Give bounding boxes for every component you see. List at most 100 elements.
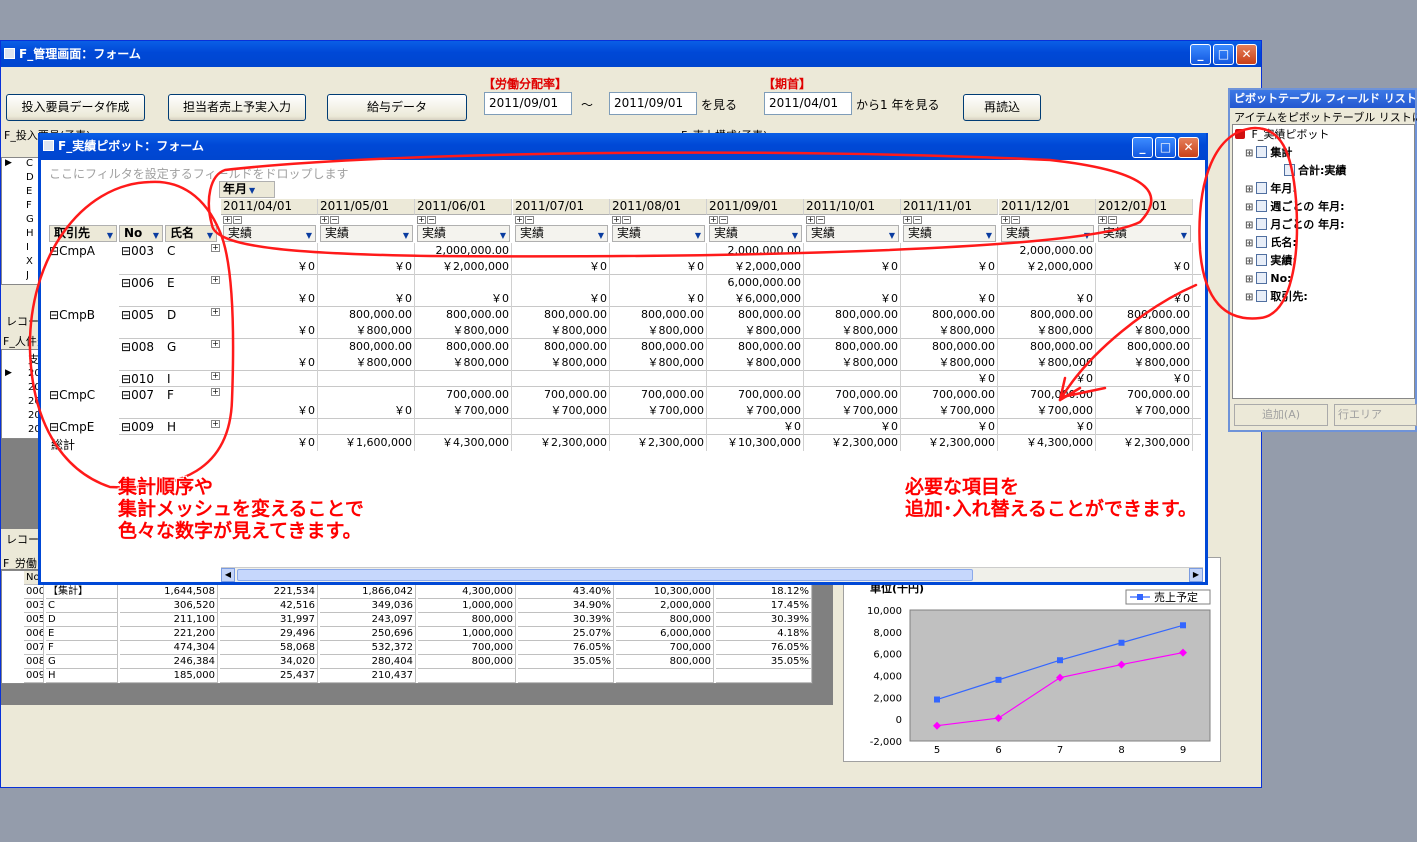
close-icon[interactable]: ✕	[1178, 137, 1199, 158]
pivot-cell[interactable]: ￥800,000	[318, 355, 415, 371]
pivot-cell[interactable]: ￥0	[804, 419, 901, 435]
client-label[interactable]: ⊟CmpA	[49, 244, 95, 258]
pivot-month-header[interactable]: 2012/01/01	[1096, 199, 1193, 215]
pivot-cell[interactable]	[513, 371, 610, 387]
pivot-month-header[interactable]: 2011/11/01	[901, 199, 998, 215]
pivot-cell[interactable]: ￥800,000	[318, 323, 415, 339]
pivot-cell[interactable]	[221, 371, 318, 387]
pivot-cell[interactable]: ￥800,000	[513, 355, 610, 371]
pivot-cell[interactable]: ￥700,000	[999, 403, 1096, 419]
area-select[interactable]: 行エリア	[1334, 404, 1417, 426]
expand-collapse-icon[interactable]: +	[515, 216, 524, 224]
expand-icon[interactable]: +	[211, 372, 220, 380]
expand-collapse-icon[interactable]: +	[320, 216, 329, 224]
pivot-cell[interactable]: ￥1,600,000	[318, 435, 415, 451]
personnel-grid[interactable]: 支 ▶ 20 20 20 20 20	[1, 349, 41, 439]
scroll-right-icon[interactable]: ▶	[1189, 568, 1203, 582]
pivot-cell[interactable]: ￥800,000	[415, 355, 512, 371]
pivot-cell[interactable]: ￥0	[610, 291, 707, 307]
pivot-cell[interactable]: ￥800,000	[415, 323, 512, 339]
pivot-cell[interactable]: ￥0	[901, 259, 998, 275]
pivot-cell[interactable]: 800,000.00	[707, 307, 804, 323]
field-list-root[interactable]: F_実績ピボット	[1235, 127, 1329, 143]
pivot-cell[interactable]	[804, 243, 901, 259]
expand-collapse-icon[interactable]: +	[903, 216, 912, 224]
pivot-cell[interactable]: 700,000.00	[610, 387, 707, 403]
collapse-icon[interactable]: −	[525, 216, 534, 224]
pivot-cell[interactable]: ￥0	[1096, 371, 1193, 387]
pivot-cell[interactable]: 6,000,000.00	[707, 275, 804, 291]
pivot-cell[interactable]: ￥0	[901, 419, 998, 435]
pivot-cell[interactable]	[513, 243, 610, 259]
collapse-icon[interactable]: −	[816, 216, 825, 224]
field-list-tree[interactable]: F_実績ピボット ⊞ 集計 合計:実績 ⊞ 年月: ⊞ 週ごとの 年月: ⊞ 月ごとの 年月: ⊞…	[1232, 124, 1415, 399]
collapse-icon[interactable]: ⊟	[49, 244, 59, 258]
staff-row-label[interactable]: D	[26, 172, 34, 183]
pivot-cell[interactable]: 800,000.00	[318, 307, 415, 323]
staff-row-label[interactable]: G	[26, 214, 34, 225]
input-staff-button[interactable]: 投入要員データ作成	[6, 94, 145, 121]
client-label[interactable]: ⊟CmpE	[49, 420, 94, 434]
pivot-cell[interactable]	[1096, 419, 1193, 435]
pivot-cell[interactable]: ￥0	[221, 403, 318, 419]
pivot-cell[interactable]: ￥800,000	[610, 323, 707, 339]
expand-icon[interactable]: ⊞	[1245, 256, 1253, 267]
no-label[interactable]: ⊟006	[121, 276, 154, 290]
pivot-cell[interactable]: ￥0	[318, 291, 415, 307]
pivot-cell[interactable]: 700,000.00	[415, 387, 512, 403]
pivot-cell[interactable]: 800,000.00	[610, 307, 707, 323]
staff-row-label[interactable]: F	[26, 200, 32, 211]
pivot-cell[interactable]: ￥800,000	[901, 323, 998, 339]
pivot-cell[interactable]: ￥0	[221, 291, 318, 307]
pivot-cell[interactable]	[415, 419, 512, 435]
no-label[interactable]: ⊟009	[121, 420, 154, 434]
pivot-month-header[interactable]: 2011/12/01	[999, 199, 1096, 215]
collapse-icon[interactable]: ⊟	[121, 308, 131, 322]
pivot-cell[interactable]: 700,000.00	[707, 387, 804, 403]
collapse-icon[interactable]: −	[913, 216, 922, 224]
row-field-header[interactable]: 取引先 ▼	[49, 225, 117, 242]
field-list-item[interactable]: 合計:実績	[1281, 163, 1346, 179]
pivot-cell[interactable]: ￥700,000	[707, 403, 804, 419]
pivot-cell[interactable]: ￥800,000	[804, 355, 901, 371]
pivot-cell[interactable]: ￥800,000	[707, 323, 804, 339]
pivot-cell[interactable]: ￥0	[415, 291, 512, 307]
record-selector-icon[interactable]: ▶	[5, 158, 12, 168]
pivot-cell[interactable]: 800,000.00	[1096, 307, 1193, 323]
period-start-field[interactable]: 2011/04/01	[764, 92, 852, 115]
staff-row-label[interactable]: C	[26, 158, 33, 169]
pivot-cell[interactable]: ￥800,000	[513, 323, 610, 339]
pivot-cell[interactable]: ￥0	[804, 291, 901, 307]
sales-plan-button[interactable]: 担当者売上予実入力	[168, 94, 306, 121]
pivot-month-header[interactable]: 2011/05/01	[318, 199, 415, 215]
pivot-cell[interactable]: ￥700,000	[901, 403, 998, 419]
pivot-cell[interactable]: 800,000.00	[610, 339, 707, 355]
pivot-cell[interactable]: ￥700,000	[804, 403, 901, 419]
staff-row-label[interactable]: X	[26, 256, 33, 267]
value-field-dropdown[interactable]: 実績 ▼	[709, 225, 802, 242]
field-list-titlebar[interactable]: ピボットテーブル フィールド リスト	[1230, 90, 1415, 108]
pivot-cell[interactable]: ￥10,300,000	[707, 435, 804, 451]
pivot-cell[interactable]	[318, 387, 415, 403]
expand-collapse-icon[interactable]: +	[417, 216, 426, 224]
pivot-cell[interactable]: 700,000.00	[804, 387, 901, 403]
pivot-cell[interactable]: ￥0	[221, 323, 318, 339]
expand-icon[interactable]: ⊞	[1245, 274, 1253, 285]
pivot-cell[interactable]	[221, 243, 318, 259]
field-list-item[interactable]: ⊞ 月ごとの 年月:	[1245, 217, 1345, 233]
close-icon[interactable]: ✕	[1236, 44, 1257, 65]
expand-icon[interactable]: +	[211, 308, 220, 316]
value-field-dropdown[interactable]: 実績 ▼	[417, 225, 510, 242]
horizontal-scrollbar[interactable]: ◀ ▶	[221, 567, 1203, 582]
value-field-dropdown[interactable]: 実績 ▼	[515, 225, 608, 242]
pivot-month-header[interactable]: 2011/06/01	[415, 199, 512, 215]
maximize-icon[interactable]: □	[1213, 44, 1234, 65]
date-to-field[interactable]: 2011/09/01	[609, 92, 697, 115]
pivot-cell[interactable]: 700,000.00	[513, 387, 610, 403]
pivot-cell[interactable]	[610, 275, 707, 291]
pivot-cell[interactable]: ￥800,000	[610, 355, 707, 371]
pivot-cell[interactable]: ￥0	[1096, 291, 1193, 307]
record-selector-icon[interactable]: ▶	[5, 368, 12, 378]
pivot-titlebar[interactable]: F_実績ピボット：フォーム	[40, 133, 1206, 160]
pivot-month-header[interactable]: 2011/10/01	[804, 199, 901, 215]
